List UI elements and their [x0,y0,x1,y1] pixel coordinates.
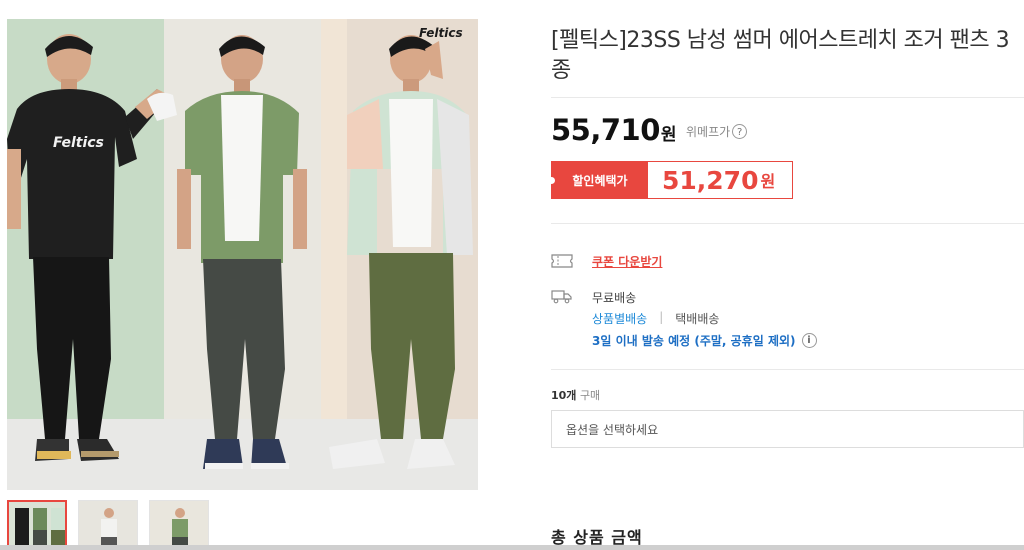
shipping-eta-text: 3일 이내 발송 예정 (주말, 공휴일 제외) [592,334,796,348]
info-icon[interactable]: i [801,333,817,348]
shipping-method: 상품별배송 | 택배배송 [592,310,719,327]
coupon-icon [551,254,573,268]
product-price: 55,710원 [551,113,677,147]
question-mark-icon[interactable]: ? [732,124,748,139]
truck-icon [551,290,572,304]
price-unit: 원 [660,125,677,145]
discount-price-unit: 원 [760,172,776,191]
svg-text:Feltics: Feltics [53,135,104,151]
product-title: [펠틱스]23SS 남성 썸머 에어스트레치 조거 팬츠 3종 [551,28,1010,83]
discount-price-box: 할인혜택가 51,270 원 [548,161,793,199]
purchase-count-suffix: 구매 [579,389,601,402]
thumbnail-2[interactable] [78,500,138,550]
bottom-scroll-edge [0,545,1024,550]
divider [551,369,1024,370]
thumbnail-1[interactable] [7,500,67,550]
discount-price-value: 51,270 [662,165,759,195]
divider [551,223,1024,224]
price-label-text: 위메프가 [686,125,731,139]
discount-price: 51,270 원 [648,162,792,198]
price-label: 위메프가 ? [686,123,748,140]
price-value: 55,710 [551,113,660,147]
divider [551,97,1024,98]
option-select[interactable]: 옵션을 선택하세요 [551,410,1024,448]
brand-logo: Feltics [419,26,463,40]
thumbnail-3[interactable] [149,500,209,550]
shipping-type-link[interactable]: 상품별배송 [592,310,647,327]
separator: | [659,310,664,324]
shipping-eta: 3일 이내 발송 예정 (주말, 공휴일 제외) i [592,332,817,349]
coupon-download-link[interactable]: 쿠폰 다운받기 [592,253,662,270]
shipping-kind: 택배배송 [675,312,720,326]
purchase-count: 10개 구매 [551,387,600,403]
discount-label: 할인혜택가 [548,162,648,198]
shipping-fee: 무료배송 [592,291,637,305]
product-main-image: Feltics Feltics [7,19,478,490]
purchase-count-value: 10개 [551,389,577,402]
